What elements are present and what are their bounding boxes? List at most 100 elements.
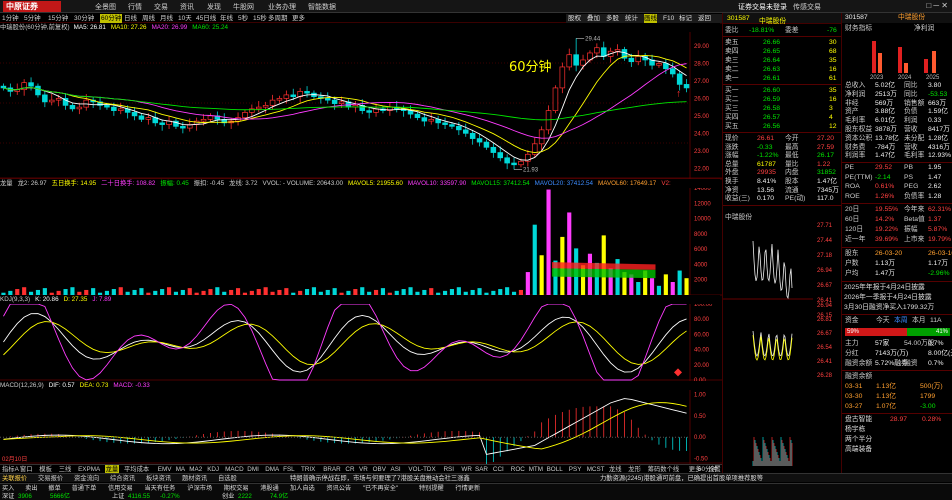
period-4[interactable]: 60分钟 [100,14,123,23]
period-13[interactable]: 多周期 [268,14,288,23]
tool-4[interactable]: 画线 [644,14,657,23]
info-tab-3[interactable]: 综合资讯 [110,474,135,483]
vol-y-tick: 12000 [694,201,711,207]
ticker-row[interactable]: 两个半分 [842,435,952,445]
intraday-tick: 26.67 [817,283,833,289]
news-item[interactable]: 3月30日融资净买入1799.32万 [844,303,952,313]
period-3[interactable]: 30分钟 [74,14,94,23]
legend-item: 二十日换手: 108.82 [101,180,156,187]
intraday-tick: 27.18 [817,253,833,259]
net-profit-label: 净利润 [914,25,935,32]
period-2[interactable]: 15分钟 [48,14,68,23]
chart-area: 29.00 28.00 27.00 26.00 25.00 24.00 23.00 22.00… [0,23,725,468]
ticker-row[interactable]: 高端装备 [842,445,952,455]
volume-bar [656,285,662,295]
info-tab-0[interactable]: 关联报价 [2,474,27,483]
volume-bar [263,287,268,295]
candle-body [76,106,83,110]
news-item[interactable]: 2026年一季报于4月24日披露 [844,293,952,303]
value: -18.81% [749,27,775,34]
index-value: 4116.55 [128,493,150,500]
side-tab-0[interactable]: 中瑞股份 [898,13,925,23]
legend-item: MAVOL5: 21955.60 [348,180,403,187]
period-0[interactable]: 1分钟 [2,14,19,23]
tool-1[interactable]: 叠加 [587,14,600,23]
value: 117.0 [817,195,834,203]
divider [723,84,842,85]
tool-5[interactable]: F10 [663,14,674,23]
tool-3[interactable]: 统计 [625,14,638,23]
flow-tab[interactable]: 今天 [876,316,890,326]
info-tab-4[interactable]: 板块资讯 [146,474,171,483]
news-item[interactable]: 2025年年报于4月24日披露 [844,283,952,293]
metric-value-2: 1.95 [928,164,942,171]
flow-tab[interactable]: 11A [930,316,942,326]
candle-body [138,115,145,120]
intraday-line [752,240,793,300]
tool-0[interactable]: 股权 [568,14,581,23]
margin-title: 融资余额 [845,373,873,380]
label: 买五 [725,123,739,130]
period-1[interactable]: 5分钟 [24,14,41,23]
vol: 16 [829,66,837,73]
vol-y-tick: 4000 [694,262,708,268]
menu-bull-stock[interactable]: 牛股网 [233,2,254,12]
ticker-row[interactable]: 杨宇栋 [842,425,952,435]
price: 26.58 [763,105,781,112]
intraday-chart: 27.7127.4427.1826.9426.6726.4126.1526.94… [723,223,833,466]
volume-bar [546,189,551,295]
menu-news[interactable]: 资讯 [180,2,194,12]
info-tab-1[interactable]: 交易报价 [38,474,63,483]
quote-header: 301587 中瑞股份 [723,13,842,25]
ticker-row[interactable]: 盘古智能 28.97 0.28% [842,415,952,425]
feedback-link[interactable]: 传感交易 [793,2,821,12]
info-tab-5[interactable]: 题材资讯 [182,474,207,483]
info-tab-6[interactable]: 自选股 [218,474,237,483]
legend-item: J: 7.89 [92,296,112,303]
tool-6[interactable]: 标记 [679,14,692,23]
intraday-tick-b: 26.54 [817,345,833,351]
metric-value-2: 1.17万 [928,260,949,267]
margin-change: 500(万) [920,383,943,390]
margin-row: 03-27 1.07亿 -3.00 [842,402,952,412]
bid-row: 买五 26.56 12 [723,122,842,131]
menu-discover[interactable]: 发现 [207,2,221,12]
menu-panorama[interactable]: 全景图 [95,2,116,12]
menu-business[interactable]: 业务办理 [268,2,296,12]
period-6[interactable]: 周线 [142,14,155,23]
volume-bar [663,274,668,295]
period-11[interactable]: 5秒 [238,14,248,23]
period-12[interactable]: 15秒 [253,14,267,23]
menu-smart-data[interactable]: 智能数据 [308,2,336,12]
metric-label-2: 负债率 [904,192,925,200]
period-10[interactable]: 年线 [220,14,233,23]
period-5[interactable]: 日线 [124,14,137,23]
period-7[interactable]: 月线 [160,14,173,23]
candle-body [262,105,269,108]
flow-tab[interactable]: 本月 [912,316,926,326]
volume-band-green [552,268,656,279]
tool-2[interactable]: 多股 [606,14,619,23]
candle-body [614,49,621,52]
candle-body [28,82,34,87]
menu-trade[interactable]: 交易 [154,2,168,12]
price: 26.56 [763,123,781,130]
candle-body [200,118,207,122]
tool-7[interactable]: 返回 [698,14,711,23]
menu-market[interactable]: 行情 [128,2,142,12]
low-marker: 21.93 [523,167,539,173]
label: 买四 [725,114,739,121]
period-9[interactable]: 45日线 [196,14,216,23]
login-status[interactable]: 证券交易未登录 [738,2,787,12]
top-menu-bar: 中原证券 全景图 行情 交易 资讯 发现 牛股网 业务办理 智能数据 证券交易未… [0,0,952,13]
candle-body [594,47,600,54]
ask-row: 卖三 26.64 35 [723,56,842,65]
info-tab-2[interactable]: 资金流向 [74,474,99,483]
candle-body [669,68,676,75]
ticker-name: 高端装备 [845,446,873,453]
period-14[interactable]: 更多 [292,14,305,23]
flow-tab[interactable]: 本周 [894,316,908,326]
window-controls[interactable]: □ ─ ✕ [926,1,948,10]
period-8[interactable]: 10天 [178,14,192,23]
legend-item: 振扣: -0.45 [193,180,225,187]
